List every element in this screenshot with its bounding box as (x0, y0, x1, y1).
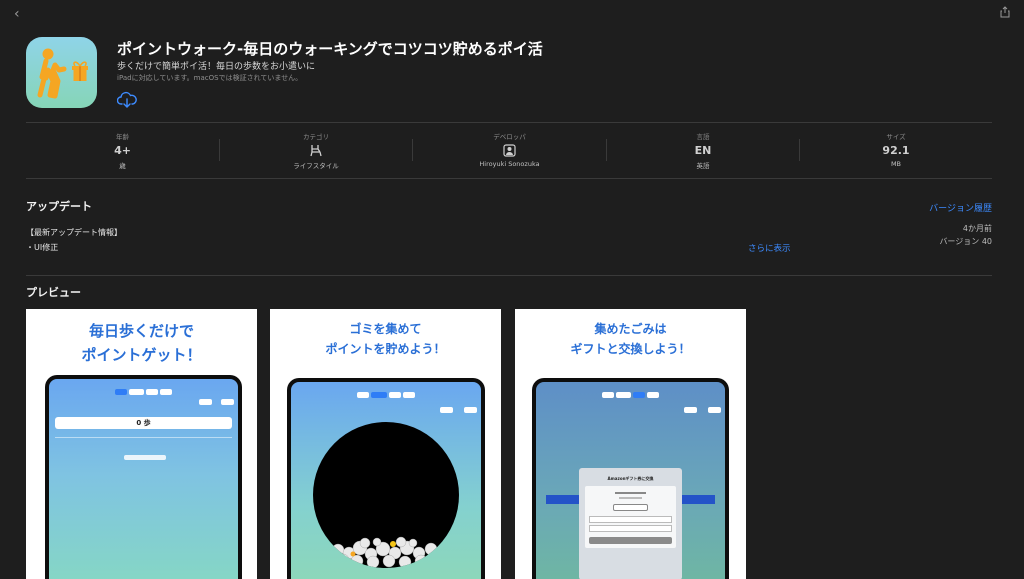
stat-language-sub: 英語 (696, 162, 710, 170)
stat-size: サイズ 92.1 MB (800, 131, 992, 171)
submit-button (589, 537, 672, 544)
version-history-link[interactable]: バージョン履歴 (929, 201, 992, 214)
update-notes-item: ・UI修正 (26, 243, 59, 252)
side-bar (546, 495, 580, 504)
preview-screenshot-2[interactable]: ゴミを集めて ポイントを貯めよう！ (270, 309, 501, 579)
walking-person-gift-icon (37, 48, 88, 99)
tablet-screen: Amazonギフト券に交換 (536, 382, 725, 579)
stat-size-sub: MB (890, 160, 902, 168)
chip (683, 407, 697, 413)
caption-line-1: 毎日歩くだけで (88, 322, 194, 340)
stat-age-sub: 歳 (119, 162, 126, 170)
tablet-frame: Amazonギフト券に交換 (532, 378, 729, 579)
preview-heading: プレビュー (26, 286, 81, 299)
stat-size-value: 92.1 (882, 144, 910, 157)
app-title: ポイントウォーク-毎日のウォーキングでコツコツ貯めるポイ活 (117, 40, 543, 58)
update-version: バージョン 40 (939, 237, 992, 246)
side-bar (681, 495, 715, 504)
stat-developer-label: デベロッパ (493, 133, 526, 141)
tab-bar (291, 392, 481, 398)
preview-screenshot-3[interactable]: 集めたごみは ギフトと交換しよう！ Amazonギフト券に交換 (515, 309, 746, 579)
tablet-screen: 0 歩 (49, 379, 238, 579)
tab-bar (49, 389, 238, 395)
show-more-link[interactable]: さらに表示 (748, 242, 791, 254)
preview-caption: ゴミを集めて ポイントを貯めよう！ (270, 319, 501, 359)
caption-line-1: 集めたごみは (594, 322, 667, 336)
preview-caption: 毎日歩くだけで ポイントゲット！ (26, 319, 257, 367)
top-bar: ‹ (0, 0, 1024, 28)
app-subtitle: 歩くだけで簡単ポイ活！毎日の歩数をお小遣いに (117, 62, 316, 72)
line (615, 492, 646, 494)
tablet-screen (291, 382, 481, 579)
divider (26, 178, 992, 179)
chip (198, 399, 212, 405)
stat-category-label: カテゴリ (303, 133, 329, 141)
stat-developer-sub: Hiroyuki Sonozuka (479, 160, 540, 168)
share-icon[interactable] (1000, 6, 1010, 18)
divider (26, 275, 992, 276)
tablet-frame (287, 378, 485, 579)
stat-category-sub: ライフスタイル (293, 162, 339, 170)
step-counter: 0 歩 (55, 417, 232, 429)
stat-language-value: EN (694, 144, 712, 157)
gift-dialog: Amazonギフト券に交換 (579, 468, 682, 579)
preview-caption: 集めたごみは ギフトと交換しよう！ (515, 319, 746, 359)
person-icon (413, 144, 606, 158)
stat-developer[interactable]: デベロッパ Hiroyuki Sonozuka (413, 131, 606, 171)
chip (463, 407, 477, 413)
stat-category[interactable]: カテゴリ ライフスタイル (220, 131, 412, 171)
caption-line-1: ゴミを集めて (349, 322, 422, 336)
stat-size-label: サイズ (886, 133, 906, 141)
app-icon (26, 37, 97, 108)
divider (55, 437, 232, 438)
caption-line-2: ポイントゲット！ (81, 346, 202, 364)
select-box (613, 504, 648, 511)
stat-age-label: 年齢 (116, 133, 129, 141)
chair-icon (220, 144, 412, 158)
chip (707, 407, 721, 413)
tablet-frame: 0 歩 (45, 375, 242, 579)
tab-bar (536, 392, 725, 398)
stat-language-label: 言語 (696, 133, 710, 141)
updates-heading: アップデート (26, 200, 92, 213)
chevron-left-icon[interactable]: ‹ (14, 6, 20, 22)
chip (439, 407, 453, 413)
line (619, 497, 642, 499)
trash-globe (313, 422, 459, 568)
stat-age: 年齢 4+ 歳 (26, 131, 219, 171)
dialog-title: Amazonギフト券に交換 (607, 476, 654, 481)
divider (26, 122, 992, 123)
update-time-ago: 4か月前 (962, 224, 992, 233)
icloud-download-icon[interactable] (117, 91, 137, 109)
stat-language: 言語 EN 英語 (607, 131, 799, 171)
compatibility-note: iPadに対応しています。macOSでは検証されていません。 (117, 74, 303, 82)
preview-screenshot-1[interactable]: 毎日歩くだけで ポイントゲット！ 0 歩 (26, 309, 257, 579)
caption-line-2: ギフトと交換しよう！ (570, 342, 691, 356)
input-field (589, 516, 672, 523)
input-field (589, 525, 672, 532)
chip (220, 399, 234, 405)
caption-line-2: ポイントを貯めよう！ (325, 342, 446, 356)
stat-age-value: 4+ (114, 144, 131, 157)
small-button (124, 455, 166, 460)
update-notes-title: 【最新アップデート情報】 (26, 228, 122, 237)
dialog-body (585, 486, 676, 548)
